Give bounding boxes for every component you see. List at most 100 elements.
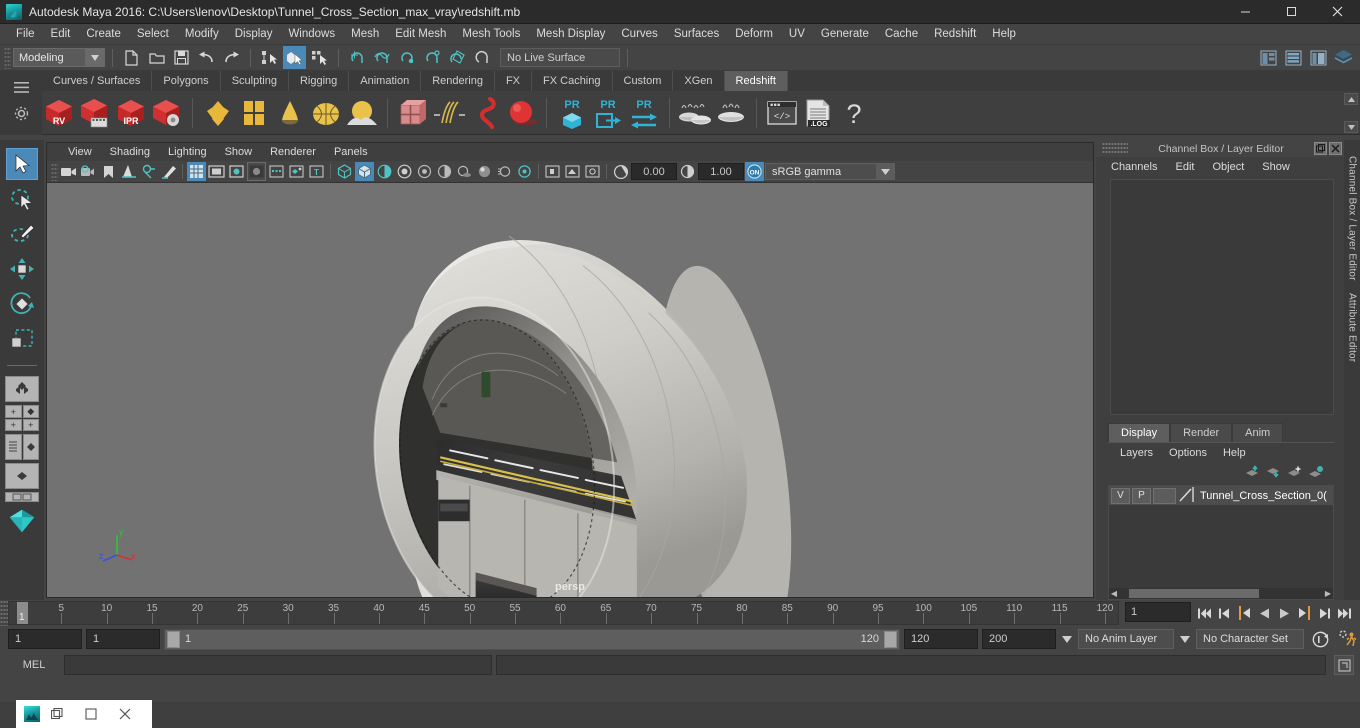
layout-hypershade-persp-button[interactable] (5, 463, 39, 489)
snap-to-projected-center-icon[interactable] (421, 46, 444, 69)
menu-help[interactable]: Help (984, 24, 1024, 45)
play-forwards-button[interactable] (1275, 603, 1294, 623)
shelf-tab-redshift[interactable]: Redshift (724, 71, 788, 91)
time-slider-gripper[interactable] (0, 600, 8, 626)
side-tab-attribute-editor[interactable]: Attribute Editor (1347, 287, 1358, 368)
snap-to-grid-icon[interactable] (346, 46, 369, 69)
menu-cache[interactable]: Cache (877, 24, 926, 45)
layer-row[interactable]: V P Tunnel_Cross_Section_0( (1109, 486, 1333, 506)
taskbar-maximize-button[interactable] (74, 700, 108, 728)
move-layer-down-icon[interactable] (1266, 465, 1282, 482)
menu-create[interactable]: Create (78, 24, 129, 45)
shelf-button-redshift-volume[interactable] (468, 94, 502, 132)
anim-layer-chevron-down-icon[interactable] (1060, 629, 1074, 649)
display-layer-list[interactable]: V P Tunnel_Cross_Section_0( ◀ ▶ (1108, 485, 1334, 600)
image-plane-icon[interactable] (119, 162, 138, 181)
shelf-button-redshift-dome-light[interactable] (309, 94, 343, 132)
shelf-button-redshift-bake-single[interactable] (714, 94, 748, 132)
animation-end-field[interactable]: 200 (982, 629, 1056, 649)
xray-toggle-icon[interactable] (267, 162, 286, 181)
layout-four-view-button[interactable]: + ◆ + + (5, 405, 39, 431)
layer-list-horizontal-scrollbar[interactable]: ◀ ▶ (1109, 588, 1333, 599)
auto-keyframe-toggle-icon[interactable] (1308, 628, 1332, 650)
film-gate-icon[interactable] (207, 162, 226, 181)
menu-deform[interactable]: Deform (727, 24, 781, 45)
select-tool[interactable] (6, 148, 38, 180)
resolution-gate-icon[interactable] (227, 162, 246, 181)
shelf-button-redshift-proxy-swap[interactable]: PR (627, 94, 661, 132)
select-by-object-icon[interactable] (283, 46, 306, 69)
status-line-gripper[interactable] (4, 46, 11, 69)
show-attribute-editor-icon[interactable] (1257, 46, 1280, 69)
shelf-tab-fx-caching[interactable]: FX Caching (532, 71, 613, 91)
tab-display[interactable]: Display (1108, 423, 1171, 442)
channel-box-list[interactable] (1110, 179, 1334, 415)
redo-icon[interactable] (220, 46, 243, 69)
go-to-end-button[interactable] (1335, 603, 1354, 623)
scroll-left-icon[interactable]: ◀ (1109, 588, 1119, 599)
shelf-button-redshift-light-ies[interactable] (273, 94, 307, 132)
step-forward-frame-button[interactable] (1315, 603, 1334, 623)
snap-to-curve-icon[interactable] (371, 46, 394, 69)
anim-layer-field[interactable]: No Anim Layer (1078, 629, 1174, 649)
shelf-tab-rigging[interactable]: Rigging (288, 71, 350, 91)
viewport-menu-show[interactable]: Show (216, 143, 262, 161)
command-output[interactable] (496, 655, 1326, 675)
shelf-tab-curves-surfaces[interactable]: Curves / Surfaces (42, 71, 153, 91)
layer-color-swatch-icon[interactable] (1178, 486, 1194, 506)
shelf-tab-custom[interactable]: Custom (612, 71, 674, 91)
ambient-occlusion-icon[interactable] (475, 162, 494, 181)
taskbar-window-preview[interactable] (16, 700, 152, 728)
rotate-tool[interactable] (6, 288, 38, 320)
paint-select-tool[interactable] (6, 218, 38, 250)
perspective-viewport[interactable]: y x z persp (47, 183, 1093, 597)
panel-undock-icon[interactable] (1314, 142, 1327, 155)
motion-blur-icon[interactable] (495, 162, 514, 181)
layout-more-button[interactable] (5, 492, 39, 502)
step-back-frame-button[interactable] (1215, 603, 1234, 623)
layout-quad-cell[interactable]: ◆ (22, 405, 39, 418)
range-slider[interactable]: 1 120 (164, 628, 900, 650)
animation-preferences-icon[interactable] (1336, 628, 1360, 650)
shelf-scroll-up-icon[interactable] (1344, 93, 1358, 105)
view-transform-toggle[interactable]: ON (745, 162, 764, 182)
step-forward-key-button[interactable] (1295, 603, 1314, 623)
shelf-button-redshift-proxy-mesh[interactable] (396, 94, 430, 132)
grid-toggle-icon[interactable] (187, 162, 206, 182)
script-editor-button[interactable] (1334, 655, 1354, 675)
menu-edit[interactable]: Edit (43, 24, 79, 45)
playback-start-field[interactable]: 1 (86, 629, 160, 649)
menu-edit-mesh[interactable]: Edit Mesh (387, 24, 454, 45)
taskbar-restore-button[interactable] (40, 700, 74, 728)
viewport-menu-view[interactable]: View (59, 143, 101, 161)
layer-menu-options[interactable]: Options (1161, 443, 1215, 463)
exposure-field[interactable]: 0.00 (631, 163, 677, 181)
menu-curves[interactable]: Curves (613, 24, 665, 45)
shelf-button-redshift-render-view[interactable]: RV (42, 94, 76, 132)
menu-generate[interactable]: Generate (813, 24, 877, 45)
snap-to-view-plane-icon[interactable] (446, 46, 469, 69)
shelf-button-redshift-proxy-export[interactable]: PR (591, 94, 625, 132)
layout-persp-cell[interactable] (22, 434, 39, 460)
shelf-scroll-buttons[interactable] (1344, 93, 1358, 133)
isolate-select-icon[interactable] (543, 162, 562, 181)
snap-to-point-icon[interactable] (396, 46, 419, 69)
step-back-key-button[interactable] (1235, 603, 1254, 623)
character-set-field[interactable]: No Character Set (1196, 629, 1304, 649)
select-camera-icon[interactable] (59, 162, 78, 181)
xray-active-components-icon[interactable]: T (307, 162, 326, 181)
menu-windows[interactable]: Windows (280, 24, 343, 45)
menu-modify[interactable]: Modify (177, 24, 227, 45)
shelf-button-redshift-render-sequence[interactable] (78, 94, 112, 132)
play-backwards-button[interactable] (1255, 603, 1274, 623)
menu-display[interactable]: Display (227, 24, 281, 45)
shelf-tab-animation[interactable]: Animation (349, 71, 422, 91)
channel-menu-channels[interactable]: Channels (1102, 157, 1166, 177)
shelf-menu-icon[interactable] (13, 82, 29, 96)
layer-visibility-toggle[interactable]: V (1111, 487, 1130, 504)
make-live-icon[interactable] (471, 46, 494, 69)
shelf-button-redshift-script-editor[interactable]: </> (765, 94, 799, 132)
show-channel-box-icon[interactable] (1307, 46, 1330, 69)
layer-menu-help[interactable]: Help (1215, 443, 1254, 463)
live-surface-field[interactable]: No Live Surface (500, 48, 620, 67)
